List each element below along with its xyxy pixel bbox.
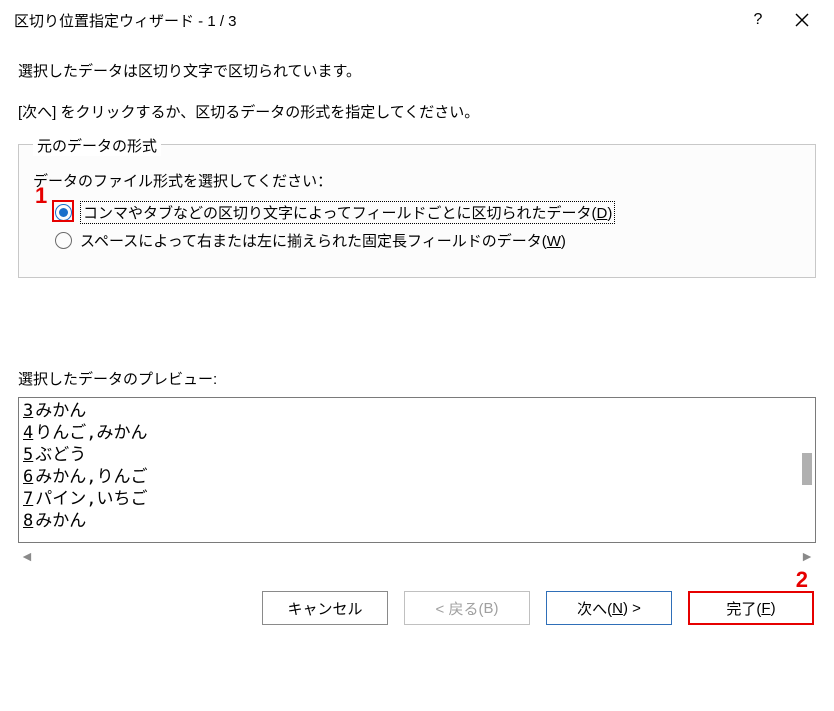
info-line-2: [次へ] をクリックするか、区切るデータの形式を指定してください。 xyxy=(18,101,816,122)
scroll-left-icon: ◄ xyxy=(20,548,34,564)
window-title: 区切り位置指定ウィザード - 1 / 3 xyxy=(14,10,736,31)
annotation-1: 1 xyxy=(35,183,47,209)
finish-button[interactable]: 完了(F) xyxy=(688,591,814,625)
data-format-fieldset: 元のデータの形式 データのファイル形式を選択してください： 1 コンマやタブなど… xyxy=(18,144,816,278)
radio-delimited-label: コンマやタブなどの区切り文字によってフィールドごとに区切られたデータ(D) xyxy=(80,201,615,224)
radio-fixed-width[interactable]: スペースによって右または左に揃えられた固定長フィールドのデータ(W) xyxy=(55,230,801,251)
scroll-right-icon: ► xyxy=(800,548,814,564)
close-icon xyxy=(795,13,809,27)
preview-row: 3みかん xyxy=(23,400,811,422)
preview-content: 3みかん 4りんご,みかん 5ぶどう 6みかん,りんご 7パイン,いちご 8みか… xyxy=(19,398,815,534)
help-button[interactable]: ? xyxy=(736,6,780,34)
close-button[interactable] xyxy=(780,6,824,34)
radio-delimited[interactable]: 1 コンマやタブなどの区切り文字によってフィールドごとに区切られたデータ(D) xyxy=(55,201,801,224)
vertical-scrollbar[interactable] xyxy=(799,398,815,540)
annotation-1-box xyxy=(52,200,74,222)
info-line-1: 選択したデータは区切り文字で区切られています。 xyxy=(18,60,816,81)
preview-row: 7パイン,いちご xyxy=(23,488,811,510)
fieldset-prompt: データのファイル形式を選択してください： xyxy=(33,170,801,191)
cancel-button[interactable]: キャンセル xyxy=(262,591,388,625)
scrollbar-thumb[interactable] xyxy=(802,453,812,485)
button-row: キャンセル < 戻る(B) 次へ(N) > 2 完了(F) xyxy=(18,591,816,625)
preview-label: 選択したデータのプレビュー: xyxy=(18,368,816,389)
radio-fixed-label: スペースによって右または左に揃えられた固定長フィールドのデータ(W) xyxy=(80,230,566,251)
preview-row: 4りんご,みかん xyxy=(23,422,811,444)
titlebar: 区切り位置指定ウィザード - 1 / 3 ? xyxy=(0,0,834,40)
preview-row: 6みかん,りんご xyxy=(23,466,811,488)
preview-row: 8みかん xyxy=(23,510,811,532)
fieldset-legend: 元のデータの形式 xyxy=(33,135,161,156)
next-button[interactable]: 次へ(N) > xyxy=(546,591,672,625)
preview-row: 5ぶどう xyxy=(23,444,811,466)
radio-fixed-indicator xyxy=(55,232,72,249)
horizontal-scrollbar[interactable]: ◄ ► xyxy=(18,547,816,565)
annotation-2: 2 xyxy=(796,567,808,593)
back-button: < 戻る(B) xyxy=(404,591,530,625)
preview-box: 3みかん 4りんご,みかん 5ぶどう 6みかん,りんご 7パイン,いちご 8みか… xyxy=(18,397,816,543)
